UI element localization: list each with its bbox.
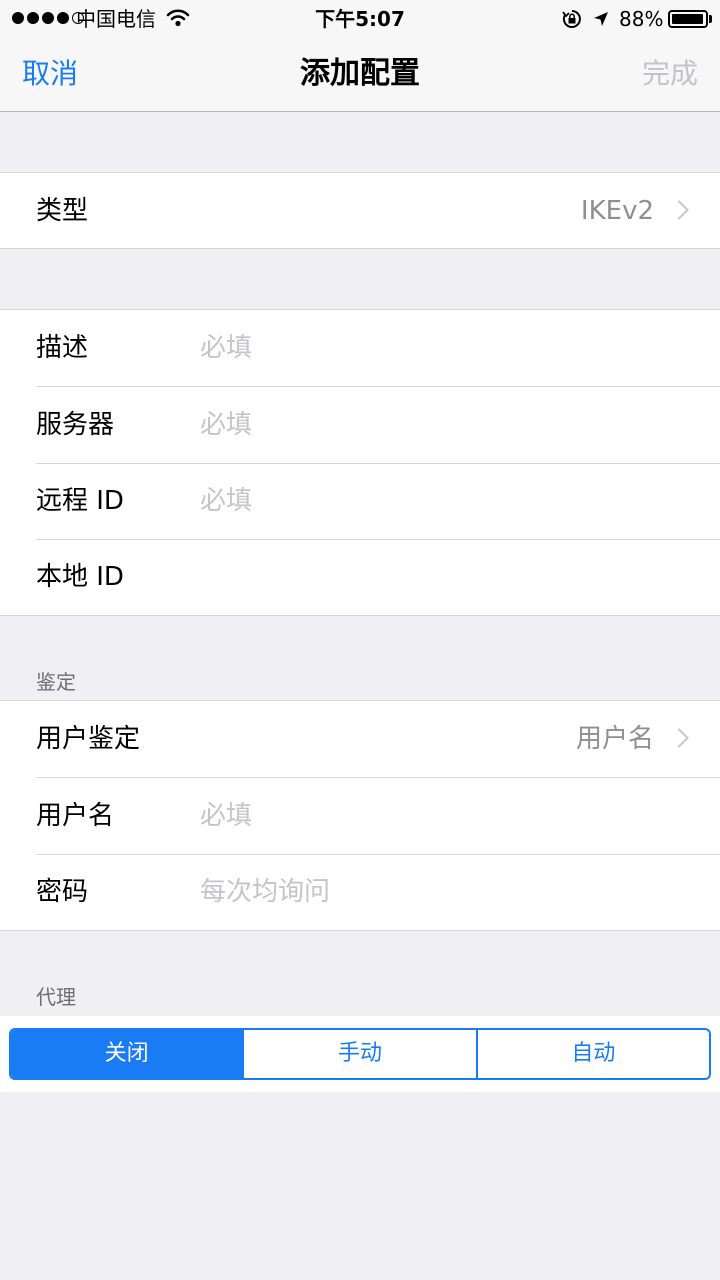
type-group: 类型 IKEv2 [0, 172, 720, 249]
auth-group: 用户鉴定 用户名 用户名 必填 密码 每次均询问 [0, 700, 720, 931]
local-id-label: 本地 ID [36, 562, 124, 592]
battery-tip [709, 15, 712, 23]
remote-id-row[interactable]: 远程 ID 必填 [0, 463, 720, 539]
battery-icon [668, 10, 708, 28]
location-arrow-icon [594, 12, 608, 26]
orientation-lock-icon [562, 10, 581, 28]
cancel-button[interactable]: 取消 [22, 38, 78, 110]
description-field[interactable]: 必填 [200, 310, 252, 386]
local-id-row[interactable]: 本地 ID [0, 539, 720, 615]
type-label: 类型 [36, 196, 89, 226]
type-row[interactable]: 类型 IKEv2 [0, 173, 720, 249]
user-auth-label: 用户鉴定 [36, 724, 141, 754]
proxy-option-auto[interactable]: 自动 [475, 1030, 709, 1078]
proxy-segmented-control: 关闭 手动 自动 [9, 1028, 711, 1080]
password-label: 密码 [36, 877, 89, 907]
remote-id-field[interactable]: 必填 [200, 463, 252, 539]
server-field[interactable]: 必填 [200, 387, 252, 463]
username-field[interactable]: 必填 [200, 778, 252, 854]
chevron-right-icon [669, 728, 689, 748]
chevron-right-icon [669, 200, 689, 220]
username-row[interactable]: 用户名 必填 [0, 778, 720, 854]
user-auth-row[interactable]: 用户鉴定 用户名 [0, 701, 720, 777]
description-label: 描述 [36, 333, 89, 363]
description-row[interactable]: 描述 必填 [0, 310, 720, 386]
done-button[interactable]: 完成 [642, 38, 698, 110]
remote-id-label: 远程 ID [36, 486, 124, 516]
battery-percentage: 88% [619, 7, 664, 31]
proxy-section-header: 代理 [36, 985, 76, 1009]
proxy-option-off[interactable]: 关闭 [11, 1030, 243, 1078]
server-row[interactable]: 服务器 必填 [0, 387, 720, 463]
proxy-option-manual[interactable]: 手动 [242, 1030, 475, 1078]
page-title: 添加配置 [300, 56, 420, 91]
status-bar: 中国电信 下午5:07 88% [0, 0, 720, 38]
clock: 下午5:07 [315, 7, 405, 31]
auth-section-header: 鉴定 [36, 670, 76, 694]
navigation-bar: 添加配置 取消 完成 [0, 38, 720, 112]
server-settings-group: 描述 必填 服务器 必填 远程 ID 必填 本地 ID [0, 309, 720, 616]
user-auth-value: 用户名 [575, 724, 654, 754]
server-label: 服务器 [36, 410, 115, 440]
username-label: 用户名 [36, 801, 115, 831]
password-row[interactable]: 密码 每次均询问 [0, 854, 720, 930]
type-value: IKEv2 [580, 196, 654, 226]
password-field[interactable]: 每次均询问 [200, 854, 330, 930]
